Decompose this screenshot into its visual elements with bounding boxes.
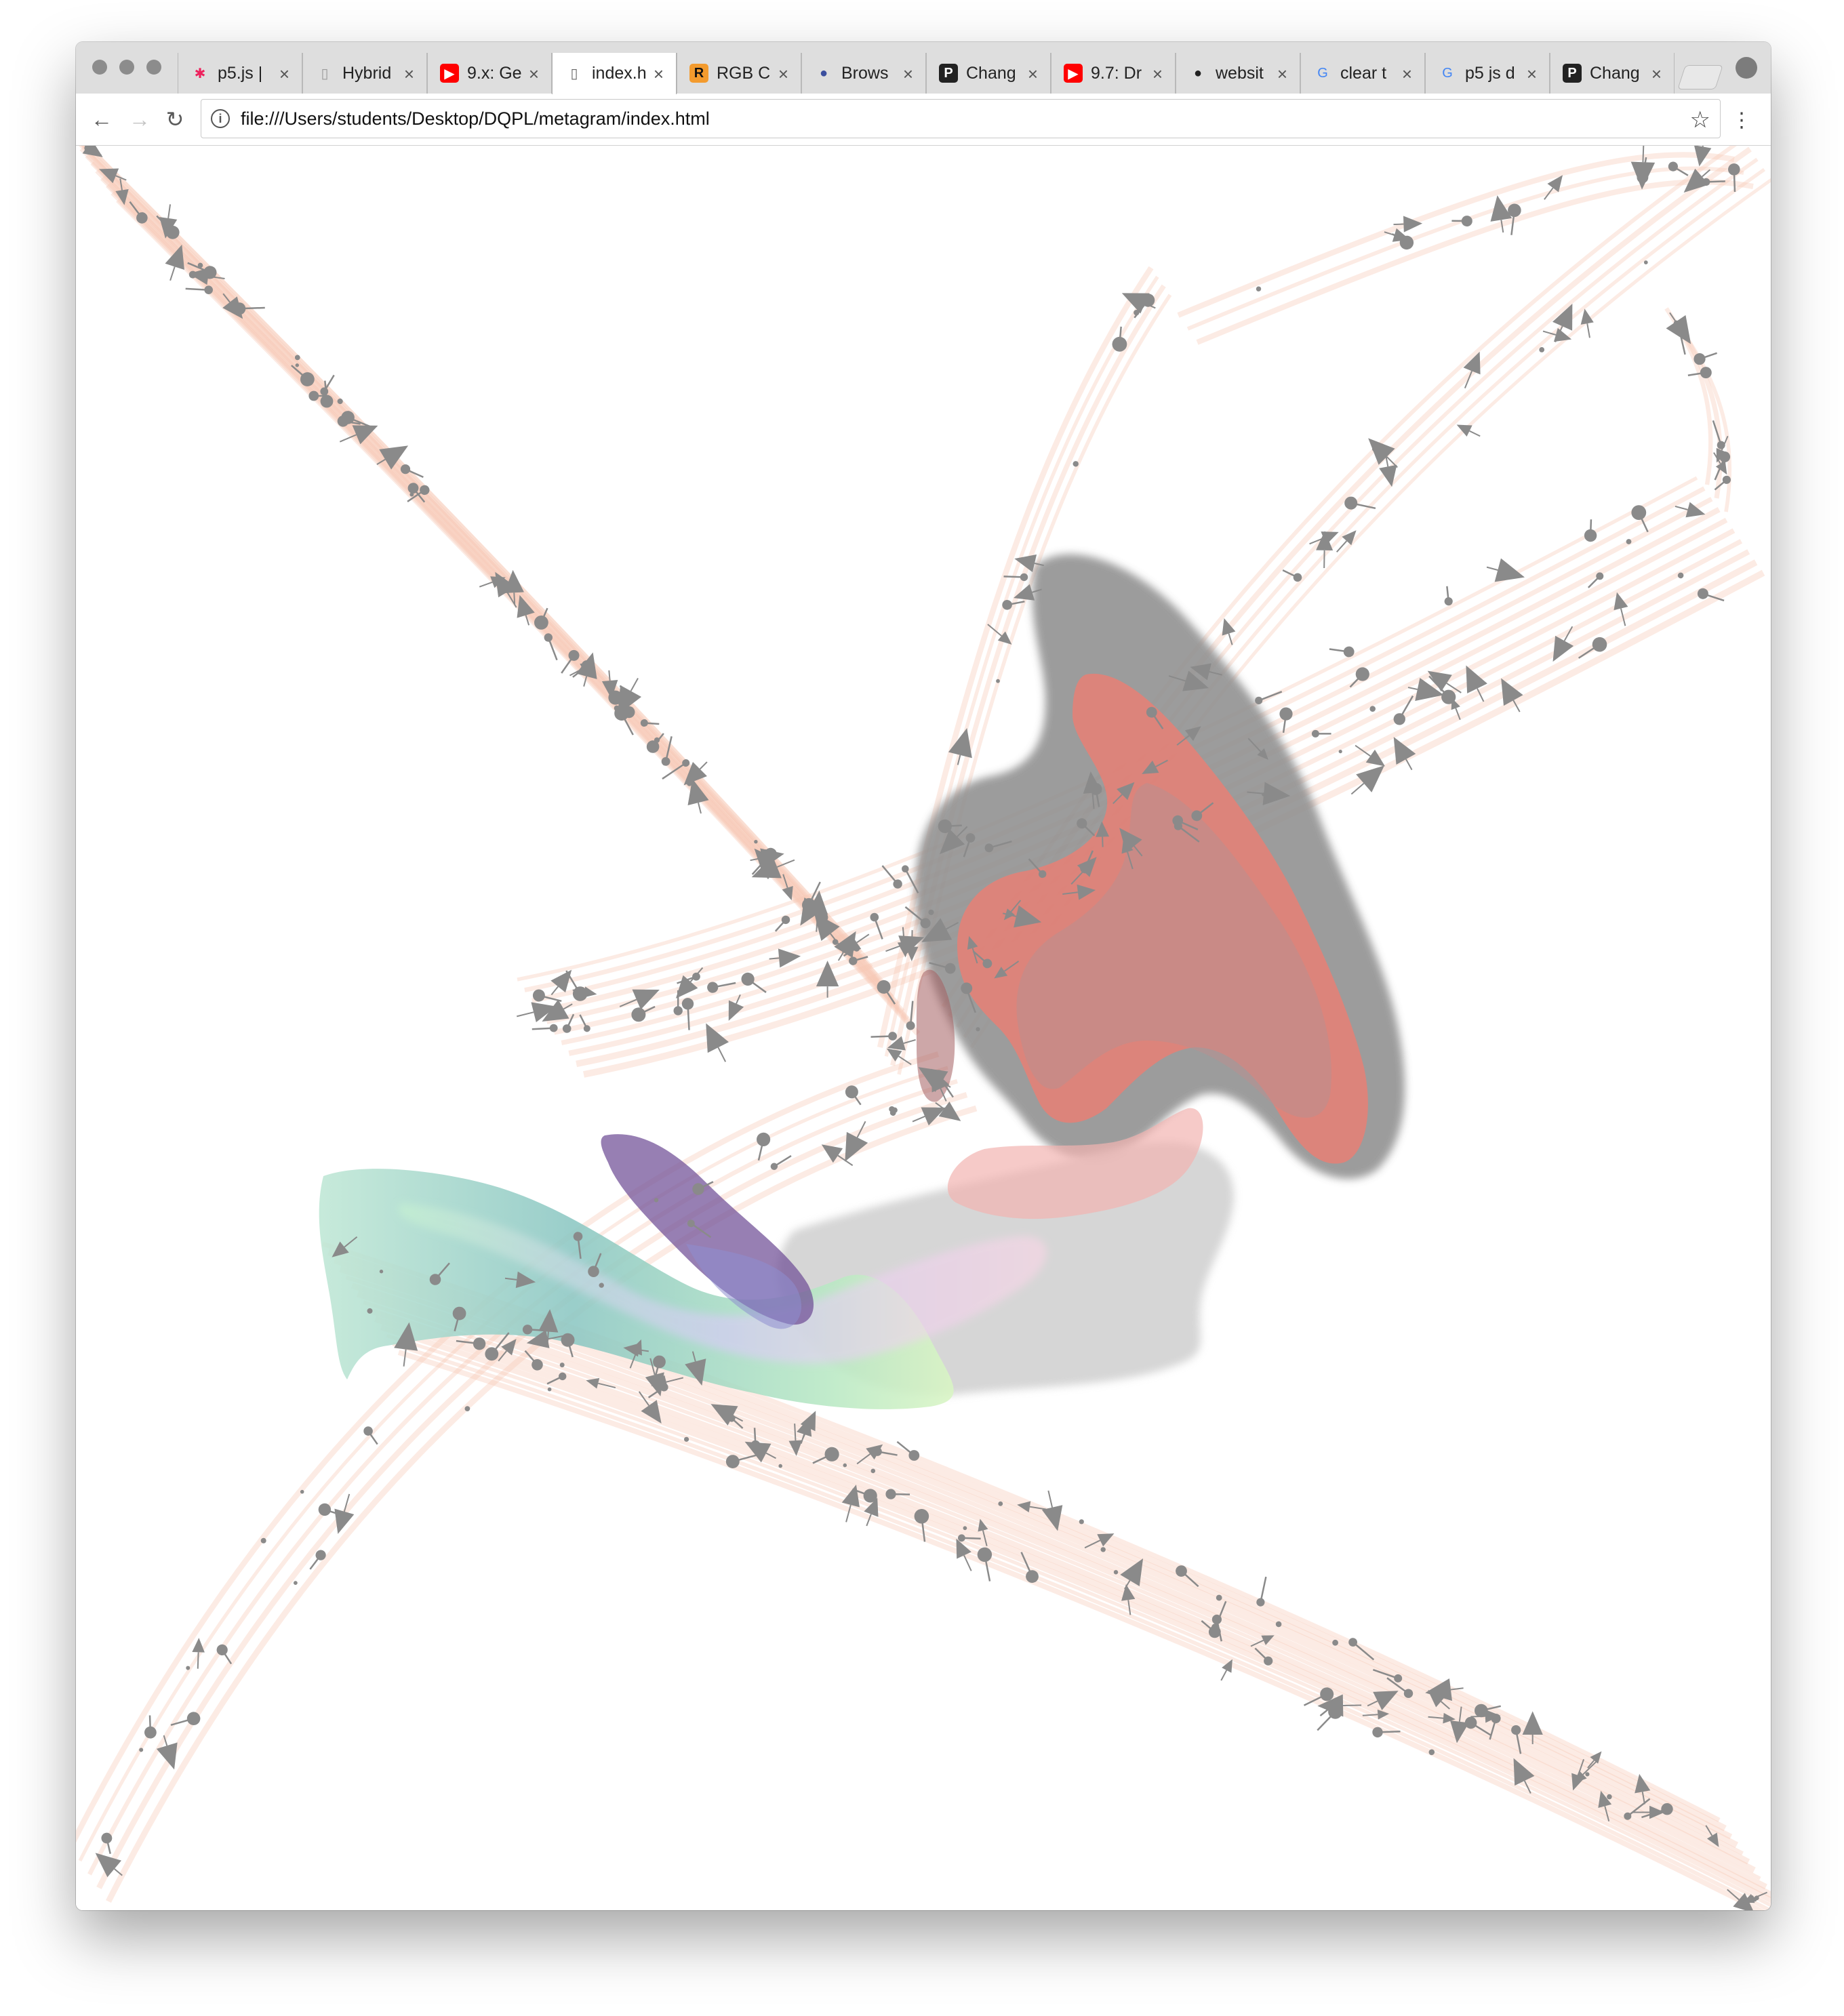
tab-title: Chang (1590, 63, 1640, 83)
minimize-window-button[interactable] (119, 60, 134, 75)
tab-title: index.h (592, 64, 647, 83)
tab-title: clear t (1340, 63, 1387, 83)
tab-close-icon[interactable]: × (1152, 64, 1163, 85)
particle-marker (1539, 346, 1545, 352)
particle-marker (293, 1581, 298, 1586)
file-icon: ▯ (570, 66, 578, 81)
tab-close-icon[interactable]: × (529, 64, 539, 85)
title-bar: ✱ p5.js | × ▯ Hybrid × ▶ 9.x: Ge × ▯ index.h × R RGB … (76, 42, 1771, 94)
particle-marker (1329, 646, 1355, 658)
tab-7[interactable]: P Chang × (926, 53, 1051, 94)
tab-title: websit (1216, 63, 1264, 83)
browser-window: ✱ p5.js | × ▯ Hybrid × ▶ 9.x: Ge × ▯ index.h × R RGB … (76, 42, 1771, 1910)
r-logo-icon: R (689, 64, 708, 83)
tab-close-icon[interactable]: × (404, 64, 414, 85)
trail-line (397, 1350, 1765, 1910)
tab-title: p5 js d (1465, 63, 1515, 83)
trail-line (1683, 334, 1732, 512)
tab-12[interactable]: P Chang × (1550, 53, 1675, 94)
browser-toolbar: ← → ↻ i file:///Users/students/Desktop/D… (76, 94, 1771, 146)
trail-line (1177, 152, 1735, 318)
forward-arrow-icon[interactable]: → (126, 106, 153, 133)
tab-title: Brows (841, 63, 889, 83)
bookmark-star-icon[interactable]: ☆ (1690, 106, 1710, 134)
info-icon[interactable]: i (211, 109, 230, 128)
tab-8[interactable]: ▶ 9.7: Dr × (1051, 53, 1176, 94)
p-logo-icon: P (1563, 64, 1582, 83)
youtube-icon: ▶ (440, 64, 459, 83)
generative-artwork (76, 146, 1771, 1910)
particle-marker (1256, 286, 1262, 291)
tab-close-icon[interactable]: × (1277, 64, 1287, 85)
tab-5[interactable]: R RGB C × (677, 53, 801, 94)
reload-icon[interactable]: ↻ (161, 106, 188, 133)
tab-title: 9.7: Dr (1091, 63, 1142, 83)
browser-globe-icon: ● (819, 65, 828, 81)
particle-marker (1444, 586, 1453, 606)
google-icon: G (1317, 65, 1328, 81)
tab-title: 9.x: Ge (467, 63, 522, 83)
zoom-window-button[interactable] (146, 60, 161, 75)
tab-title: Hybrid (342, 63, 392, 83)
tab-9[interactable]: ● websit × (1176, 53, 1300, 94)
p-logo-icon: P (939, 64, 958, 83)
p5-canvas[interactable] (76, 146, 1771, 1910)
profile-avatar-icon[interactable] (1736, 57, 1757, 79)
particle-marker (532, 1024, 558, 1032)
p5-asterisk-icon: ✱ (194, 66, 206, 81)
trail-line (386, 1333, 1771, 1908)
youtube-icon: ▶ (1064, 64, 1083, 83)
tab-6[interactable]: ● Brows × (801, 53, 926, 94)
url-text[interactable]: file:///Users/students/Desktop/DQPL/meta… (241, 108, 710, 129)
tab-2[interactable]: ▯ Hybrid × (302, 53, 427, 94)
address-bar[interactable]: i file:///Users/students/Desktop/DQPL/me… (201, 99, 1721, 138)
tab-11[interactable]: Gp5 js d × (1425, 53, 1550, 94)
more-menu-icon[interactable]: ⋮ (1731, 108, 1752, 132)
tab-4[interactable]: ▯ index.h × (552, 53, 677, 94)
tab-close-icon[interactable]: × (1028, 64, 1038, 85)
tab-title: p5.js | (218, 63, 263, 83)
tab-close-icon[interactable]: × (903, 64, 913, 85)
trail-line (392, 1342, 1771, 1910)
particle-marker (1255, 691, 1283, 705)
tab-close-icon[interactable]: × (778, 64, 788, 85)
trail-line (1674, 321, 1723, 499)
close-window-button[interactable] (92, 60, 107, 75)
back-arrow-icon[interactable]: ← (88, 106, 115, 133)
tab-title: Chang (966, 63, 1016, 83)
tab-3[interactable]: ▶ 9.x: Ge × (427, 53, 552, 94)
tab-close-icon[interactable]: × (279, 64, 289, 85)
tab-10[interactable]: Gclear t × (1300, 53, 1425, 94)
tab-1[interactable]: ✱ p5.js | × (178, 53, 302, 94)
particle-marker (185, 285, 213, 294)
document-shield-icon: ▯ (321, 66, 329, 81)
tab-close-icon[interactable]: × (1527, 64, 1537, 85)
tab-close-icon[interactable]: × (654, 64, 664, 85)
tab-title: RGB C (717, 63, 771, 83)
new-tab-button[interactable] (1677, 65, 1723, 89)
github-icon: ● (1193, 65, 1203, 81)
google-icon: G (1442, 65, 1453, 81)
tab-close-icon[interactable]: × (1402, 64, 1412, 85)
tab-close-icon[interactable]: × (1651, 64, 1662, 85)
